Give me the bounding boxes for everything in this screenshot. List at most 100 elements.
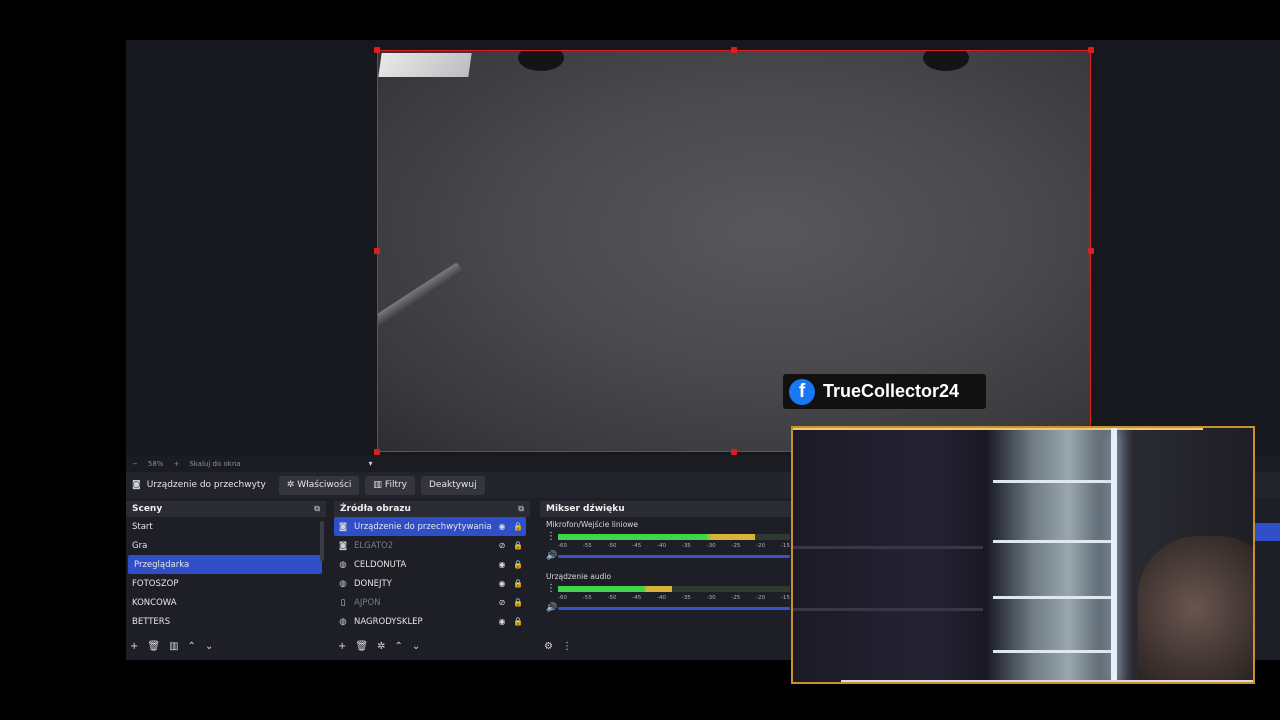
preview-tweezers: [378, 262, 464, 333]
tick-label: -40: [657, 543, 667, 549]
resize-handle[interactable]: [1088, 248, 1094, 254]
source-label: ELGATO2: [354, 540, 394, 551]
advanced-audio-icon[interactable]: ⚙: [544, 641, 553, 652]
chevron-up-icon[interactable]: ⌃: [188, 641, 196, 652]
mixer-header: Mikser dźwięku: [540, 501, 800, 517]
tick-label: -15: [780, 543, 790, 549]
eye-icon[interactable]: ◉: [494, 617, 510, 626]
source-item[interactable]: ◍ DONEJTY ◉ 🔒: [334, 574, 530, 593]
resize-handle[interactable]: [374, 47, 380, 53]
shelf: [993, 596, 1113, 599]
streamer-person: [1138, 536, 1253, 682]
audio-mixer-dock: Mikser dźwięku Mikrofon/Wejście liniowe ⋮…: [540, 501, 800, 660]
webcam-bottom-bar: [841, 680, 1253, 682]
lock-icon[interactable]: 🔒: [510, 541, 526, 550]
mixer-channels: Mikrofon/Wejście liniowe ⋮ -60 -55 -50 -45 -40…: [540, 517, 800, 621]
scenes-list[interactable]: Start Gra Przeglądarka FOTOSZOP KONCOWA BETTE…: [126, 517, 326, 635]
scenes-dock: Sceny ⧉ Start Gra Przeglądarka FOTOSZOP KONC…: [126, 501, 326, 660]
undock-icon[interactable]: ⧉: [314, 504, 320, 514]
scene-item[interactable]: KONCOWA: [126, 593, 326, 612]
globe-icon: ◍: [339, 559, 347, 570]
scrollbar[interactable]: [320, 521, 324, 561]
eye-icon[interactable]: ◉: [494, 560, 510, 569]
selected-source-name: Urządzenie do przechwyty: [146, 480, 266, 490]
trash-icon[interactable]: 🗑: [355, 641, 368, 652]
channel-menu-icon[interactable]: ⋮: [546, 531, 556, 542]
add-icon[interactable]: +: [130, 641, 138, 652]
channel-menu-icon[interactable]: ⋮: [546, 583, 556, 594]
chevron-down-icon[interactable]: ⌄: [205, 641, 213, 652]
filters-button[interactable]: ▥ Filtry: [365, 475, 415, 495]
scene-item[interactable]: Przeglądarka: [128, 555, 322, 574]
camera-icon: ◙: [338, 521, 348, 532]
eye-hidden-icon[interactable]: ⊘: [494, 598, 510, 607]
chevron-down-icon[interactable]: ⌄: [412, 641, 420, 652]
tick-label: -20: [756, 595, 766, 601]
screen: − 58% + Skaluj do okna ▾ ◙ Urządzenie do…: [0, 0, 1280, 720]
light-bar: [1111, 428, 1117, 682]
tick-label: -30: [706, 595, 716, 601]
trash-icon[interactable]: 🗑: [147, 641, 160, 652]
camera-icon: ◙: [132, 480, 141, 490]
lock-icon[interactable]: 🔒: [510, 617, 526, 626]
scene-item[interactable]: BETTERS: [126, 612, 326, 631]
speaker-icon[interactable]: 🔊: [546, 603, 557, 613]
sources-list[interactable]: ◙ Urządzenie do przechwytywania wid ◉ 🔒 ◙ ELG…: [334, 517, 530, 635]
zoom-in-button[interactable]: +: [173, 460, 179, 468]
lock-icon[interactable]: 🔒: [510, 522, 526, 531]
eye-icon[interactable]: ◉: [494, 522, 510, 531]
meter-fill: [558, 585, 672, 592]
tick-label: -35: [681, 543, 691, 549]
filter-icon[interactable]: ▥: [169, 641, 178, 652]
source-label: CELDONUTA: [354, 559, 407, 570]
source-item[interactable]: ◍ CELDONUTA ◉ 🔒: [334, 555, 530, 574]
meter-ticks: -60 -55 -50 -45 -40 -35 -30 -25 -20 -15: [558, 543, 790, 549]
chevron-up-icon[interactable]: ⌃: [394, 641, 402, 652]
channel-label: Mikrofon/Wejście liniowe: [546, 520, 639, 529]
zoom-out-button[interactable]: −: [132, 460, 138, 468]
lock-icon[interactable]: 🔒: [510, 560, 526, 569]
chevron-down-icon[interactable]: ▾: [369, 459, 373, 468]
resize-handle[interactable]: [731, 47, 737, 53]
undock-icon[interactable]: ⧉: [518, 504, 524, 514]
volume-meter: [558, 533, 790, 540]
resize-handle[interactable]: [1088, 47, 1094, 53]
deactivate-button[interactable]: Deaktywuj: [421, 475, 485, 495]
speaker-icon[interactable]: 🔊: [546, 551, 557, 561]
tick-label: -50: [607, 543, 617, 549]
filter-icon: ▥: [373, 480, 382, 490]
scene-item[interactable]: Start: [126, 517, 326, 536]
shelf: [993, 650, 1113, 653]
volume-slider[interactable]: [558, 554, 790, 558]
volume-slider[interactable]: [558, 606, 790, 610]
filters-label: Filtry: [384, 480, 407, 490]
lock-icon[interactable]: 🔒: [510, 579, 526, 588]
resize-handle[interactable]: [374, 248, 380, 254]
deactivate-label: Deaktywuj: [429, 480, 477, 490]
selected-item-partial[interactable]: [1254, 523, 1280, 541]
add-icon[interactable]: +: [338, 641, 346, 652]
scene-item[interactable]: Gra: [126, 536, 326, 555]
eye-icon[interactable]: ◉: [494, 579, 510, 588]
preview-dark-object: [518, 51, 564, 71]
source-item[interactable]: ◙ Urządzenie do przechwytywania wid ◉ 🔒: [334, 517, 526, 536]
source-item[interactable]: ◙ ELGATO2 ⊘ 🔒: [334, 536, 530, 555]
tick-label: -55: [582, 595, 592, 601]
gear-icon: ✲: [286, 480, 295, 490]
preview-area[interactable]: [126, 40, 1280, 455]
source-item[interactable]: ◍ NAGRODYSKLEP ◉ 🔒: [334, 612, 530, 631]
tick-label: -25: [731, 595, 741, 601]
more-icon[interactable]: ⋮: [562, 641, 572, 652]
sources-dock: Źródła obrazu ⧉ ◙ Urządzenie do przechwyt…: [334, 501, 530, 660]
lock-icon[interactable]: 🔒: [510, 598, 526, 607]
properties-button[interactable]: ✲ Właściwości: [278, 475, 360, 495]
source-item[interactable]: ▯ AJPON ⊘ 🔒: [334, 593, 530, 612]
scene-item[interactable]: FOTOSZOP: [126, 574, 326, 593]
gear-icon[interactable]: ✲: [377, 641, 385, 652]
facebook-icon: f: [789, 378, 815, 405]
eye-hidden-icon[interactable]: ⊘: [494, 541, 510, 550]
tick-label: -15: [780, 595, 790, 601]
scenes-header: Sceny ⧉: [126, 501, 326, 517]
mixer-channel: Mikrofon/Wejście liniowe ⋮ -60 -55 -50 -45 -40…: [540, 517, 800, 569]
scale-to-window[interactable]: Skaluj do okna: [189, 460, 240, 468]
